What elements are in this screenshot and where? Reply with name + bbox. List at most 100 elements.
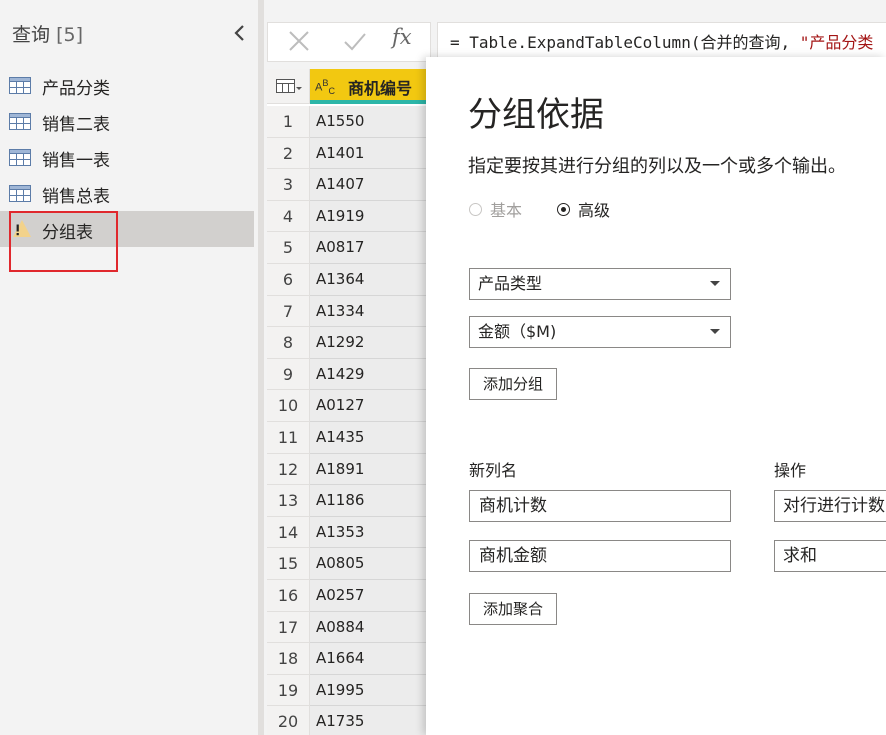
table-cell[interactable]: A0884	[310, 611, 427, 644]
row-number[interactable]: 3	[267, 169, 310, 201]
table-cell[interactable]: A1353	[310, 516, 427, 549]
table-row[interactable]: 14 A1353	[267, 516, 427, 549]
row-number[interactable]: 6	[267, 264, 310, 296]
pane-divider[interactable]	[258, 0, 264, 735]
table-cell[interactable]: A1401	[310, 137, 427, 170]
table-row[interactable]: 17 A0884	[267, 611, 427, 644]
row-number[interactable]: 7	[267, 295, 310, 328]
table-row[interactable]: 6 A1364	[267, 264, 427, 296]
table-cell[interactable]: A0127	[310, 390, 427, 422]
table-row[interactable]: 13 A1186	[267, 485, 427, 517]
table-cell[interactable]: A1919	[310, 200, 427, 233]
row-number[interactable]: 20	[267, 706, 310, 735]
close-icon	[289, 31, 309, 51]
highlight-annotation-box	[9, 211, 118, 272]
new-column-name-input-2[interactable]: 商机金额	[469, 540, 731, 572]
confirm-formula-button[interactable]	[340, 29, 370, 55]
table-row[interactable]: 4 A1919	[267, 200, 427, 233]
new-column-name-label: 新列名	[469, 461, 518, 480]
table-row[interactable]: 20 A1735	[267, 706, 427, 735]
row-number[interactable]: 5	[267, 232, 310, 264]
table-row[interactable]: 8 A1292	[267, 327, 427, 359]
collapse-pane-button[interactable]	[232, 24, 248, 42]
text-type-icon[interactable]: ABC	[315, 78, 335, 96]
formula-controls: fx	[267, 22, 431, 62]
new-column-name-input-1[interactable]: 商机计数	[469, 490, 731, 522]
query-pane: 查询 [5] 产品分类 销售二表 销售一表 销售总表 分组表	[0, 0, 258, 735]
column-header-opportunity-id[interactable]: ABC 商机编号	[310, 69, 427, 104]
query-item-product-category[interactable]: 产品分类	[0, 67, 254, 103]
table-row[interactable]: 9 A1429	[267, 358, 427, 391]
table-cell[interactable]: A1664	[310, 643, 427, 675]
radio-basic[interactable]: 基本	[469, 197, 522, 221]
table-row[interactable]: 5 A0817	[267, 232, 427, 264]
table-row[interactable]: 19 A1995	[267, 674, 427, 707]
table-row[interactable]: 18 A1664	[267, 643, 427, 675]
table-cell[interactable]: A1429	[310, 358, 427, 391]
operation-select-1[interactable]: 对行进行计数	[774, 490, 886, 522]
table-cell[interactable]: A1995	[310, 674, 427, 707]
row-number[interactable]: 10	[267, 390, 310, 422]
table-icon	[9, 77, 31, 94]
table-cell[interactable]: A1735	[310, 706, 427, 735]
row-number[interactable]: 12	[267, 453, 310, 486]
row-number[interactable]: 11	[267, 422, 310, 454]
row-number[interactable]: 18	[267, 643, 310, 675]
add-aggregation-button[interactable]: 添加聚合	[469, 593, 558, 625]
query-item-sales-two[interactable]: 销售二表	[0, 103, 254, 139]
group-by-select-2[interactable]: 金额（$M)	[469, 316, 731, 348]
fx-icon[interactable]: fx	[392, 25, 422, 51]
table-cell[interactable]: A1550	[310, 106, 427, 138]
radio-basic-label: 基本	[490, 201, 523, 220]
row-number[interactable]: 15	[267, 548, 310, 580]
check-icon	[344, 33, 366, 51]
table-row[interactable]: 16 A0257	[267, 580, 427, 612]
table-menu-button[interactable]	[267, 69, 310, 104]
row-number[interactable]: 1	[267, 106, 310, 138]
group-by-select-1-value: 产品类型	[478, 274, 543, 293]
table-row[interactable]: 2 A1401	[267, 137, 427, 170]
group-by-select-1[interactable]: 产品类型	[469, 268, 731, 300]
table-row[interactable]: 15 A0805	[267, 548, 427, 580]
formula-input[interactable]: = Table.ExpandTableColumn(合并的查询, "产品分类	[437, 22, 886, 62]
query-item-sales-total[interactable]: 销售总表	[0, 175, 254, 211]
radio-advanced-circle[interactable]	[557, 202, 570, 216]
table-cell[interactable]: A1407	[310, 169, 427, 201]
table-icon	[9, 113, 31, 130]
table-row[interactable]: 7 A1334	[267, 295, 427, 328]
table-row[interactable]: 3 A1407	[267, 169, 427, 201]
cancel-formula-button[interactable]	[284, 29, 314, 55]
table-cell[interactable]: A0257	[310, 580, 427, 612]
row-number[interactable]: 9	[267, 358, 310, 391]
row-number[interactable]: 16	[267, 580, 310, 612]
table-row[interactable]: 12 A1891	[267, 453, 427, 486]
table-cell[interactable]: A1292	[310, 327, 427, 359]
table-row[interactable]: 11 A1435	[267, 422, 427, 454]
table-row[interactable]: 1 A1550	[267, 106, 427, 138]
radio-basic-circle[interactable]	[469, 202, 482, 216]
table-cell[interactable]: A1364	[310, 264, 427, 296]
grid-header: ABC 商机编号	[267, 69, 427, 104]
operation-label: 操作	[774, 461, 807, 480]
radio-advanced[interactable]: 高级	[557, 197, 610, 221]
operation-select-2[interactable]: 求和	[774, 540, 886, 572]
query-item-label: 销售一表	[42, 151, 110, 171]
row-number[interactable]: 8	[267, 327, 310, 359]
table-cell[interactable]: A1186	[310, 485, 427, 517]
table-cell[interactable]: A0805	[310, 548, 427, 580]
table-menu-icon	[276, 79, 302, 93]
chevron-down-icon	[710, 281, 720, 286]
query-item-sales-one[interactable]: 销售一表	[0, 139, 254, 175]
table-cell[interactable]: A0817	[310, 232, 427, 264]
table-cell[interactable]: A1435	[310, 422, 427, 454]
row-number[interactable]: 2	[267, 137, 310, 170]
row-number[interactable]: 19	[267, 674, 310, 707]
table-cell[interactable]: A1334	[310, 295, 427, 328]
table-cell[interactable]: A1891	[310, 453, 427, 486]
row-number[interactable]: 4	[267, 200, 310, 233]
row-number[interactable]: 14	[267, 516, 310, 549]
table-row[interactable]: 10 A0127	[267, 390, 427, 422]
add-group-button[interactable]: 添加分组	[469, 368, 558, 400]
row-number[interactable]: 17	[267, 611, 310, 644]
row-number[interactable]: 13	[267, 485, 310, 517]
